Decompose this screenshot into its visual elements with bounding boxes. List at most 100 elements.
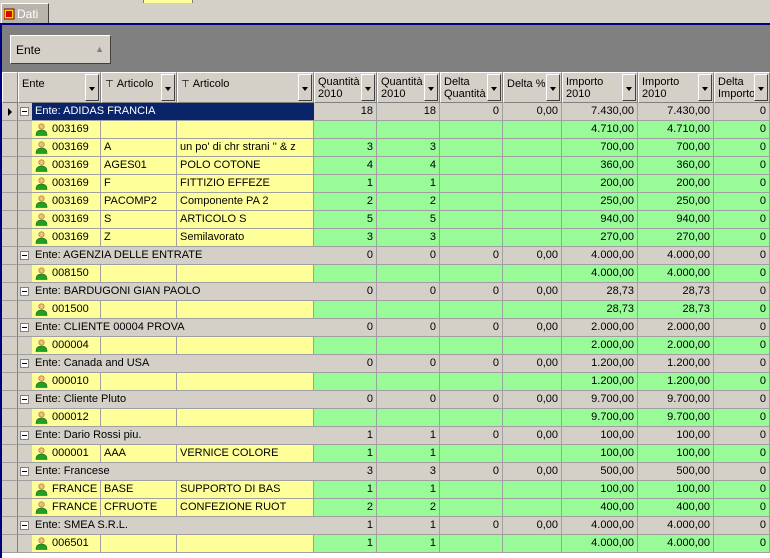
value-cell[interactable]: 1 <box>314 535 377 553</box>
value-cell[interactable] <box>440 139 503 157</box>
value-cell[interactable]: 5 <box>377 211 440 229</box>
collapse-icon[interactable] <box>20 251 29 260</box>
value-cell[interactable] <box>377 373 440 391</box>
row-indicator[interactable] <box>2 463 18 481</box>
ente-cell[interactable]: FRANCE <box>32 499 101 517</box>
header-quantita-2010-b[interactable]: Quantità 2010 <box>377 72 440 103</box>
value-cell[interactable]: 270,00 <box>562 229 638 247</box>
articolo-desc-cell[interactable]: Semilavorato <box>177 229 314 247</box>
collapse-icon[interactable] <box>20 521 29 530</box>
value-cell[interactable]: 1 <box>314 481 377 499</box>
value-cell[interactable]: 0 <box>714 445 770 463</box>
ente-cell[interactable]: 000012 <box>32 409 101 427</box>
value-cell[interactable]: 360,00 <box>562 157 638 175</box>
value-cell[interactable]: 100,00 <box>562 481 638 499</box>
value-cell[interactable]: 0 <box>714 175 770 193</box>
value-cell[interactable] <box>503 301 562 319</box>
ente-cell[interactable]: 003169 <box>32 229 101 247</box>
row-indicator[interactable] <box>2 517 18 535</box>
value-cell[interactable] <box>314 409 377 427</box>
value-cell[interactable] <box>503 535 562 553</box>
row-indicator[interactable] <box>2 427 18 445</box>
value-cell[interactable]: 1 <box>377 445 440 463</box>
table-row[interactable]: 003169 AGES01 POLO COTONE 4 4 360,00 360,00 0 <box>2 157 770 175</box>
row-indicator[interactable] <box>2 301 18 319</box>
value-cell[interactable]: 1 <box>377 535 440 553</box>
value-cell[interactable] <box>377 409 440 427</box>
header-delta-quantita[interactable]: Delta Quantità <box>440 72 503 103</box>
value-cell[interactable]: 250,00 <box>638 193 714 211</box>
value-cell[interactable]: 0 <box>714 121 770 139</box>
row-indicator[interactable] <box>2 355 18 373</box>
value-cell[interactable]: 3 <box>314 139 377 157</box>
value-cell[interactable] <box>440 121 503 139</box>
row-indicator[interactable] <box>2 391 18 409</box>
value-cell[interactable] <box>440 301 503 319</box>
value-cell[interactable]: 9.700,00 <box>562 409 638 427</box>
group-row[interactable]: Ente: Dario Rossi piu. 1 1 0 0,00 100,00 100,0… <box>2 427 770 445</box>
value-cell[interactable] <box>440 409 503 427</box>
filter-dropdown-button[interactable] <box>361 74 375 101</box>
filter-dropdown-button[interactable] <box>754 74 768 101</box>
header-delta-pct[interactable]: Delta % <box>503 72 562 103</box>
value-cell[interactable] <box>503 121 562 139</box>
filter-dropdown-button[interactable] <box>161 74 175 101</box>
articolo-desc-cell[interactable] <box>177 337 314 355</box>
group-row[interactable]: Ente: ADIDAS FRANCIA 18 18 0 0,00 7.430,00 7.4… <box>2 103 770 121</box>
value-cell[interactable]: 0 <box>714 139 770 157</box>
filter-dropdown-button[interactable] <box>487 74 501 101</box>
articolo-desc-cell[interactable] <box>177 121 314 139</box>
value-cell[interactable] <box>440 265 503 283</box>
collapse-icon[interactable] <box>20 395 29 404</box>
articolo-desc-cell[interactable] <box>177 265 314 283</box>
row-indicator[interactable] <box>2 373 18 391</box>
group-row[interactable]: Ente: Francese 3 3 0 0,00 500,00 500,00 0 <box>2 463 770 481</box>
filter-dropdown-button[interactable] <box>698 74 712 101</box>
articolo-code-cell[interactable] <box>101 301 177 319</box>
row-indicator[interactable] <box>2 535 18 553</box>
filter-dropdown-button[interactable] <box>546 74 560 101</box>
value-cell[interactable]: 1 <box>314 175 377 193</box>
table-row[interactable]: 001500 28,73 28,73 0 <box>2 301 770 319</box>
table-row[interactable]: 003169 S ARTICOLO S 5 5 940,00 940,00 0 <box>2 211 770 229</box>
articolo-code-cell[interactable] <box>101 535 177 553</box>
collapse-icon[interactable] <box>20 467 29 476</box>
articolo-code-cell[interactable]: BASE <box>101 481 177 499</box>
articolo-desc-cell[interactable]: CONFEZIONE RUOT <box>177 499 314 517</box>
group-row[interactable]: Ente: Canada and USA 0 0 0 0,00 1.200,00 1.200… <box>2 355 770 373</box>
value-cell[interactable] <box>503 229 562 247</box>
filter-dropdown-button[interactable] <box>298 74 312 101</box>
value-cell[interactable]: 0 <box>714 265 770 283</box>
value-cell[interactable] <box>314 373 377 391</box>
articolo-desc-cell[interactable]: FITTIZIO EFFEZE <box>177 175 314 193</box>
row-indicator[interactable] <box>2 247 18 265</box>
value-cell[interactable] <box>503 139 562 157</box>
header-articolo-code[interactable]: ⊤ Articolo <box>101 72 177 103</box>
value-cell[interactable] <box>503 265 562 283</box>
table-row[interactable]: 000010 1.200,00 1.200,00 0 <box>2 373 770 391</box>
group-row[interactable]: Ente: BARDUGONI GIAN PAOLO 0 0 0 0,00 28,73 28… <box>2 283 770 301</box>
value-cell[interactable] <box>440 193 503 211</box>
table-row[interactable]: 000001 AAA VERNICE COLORE 1 1 100,00 100,00 0 <box>2 445 770 463</box>
value-cell[interactable]: 9.700,00 <box>638 409 714 427</box>
row-indicator[interactable] <box>2 445 18 463</box>
header-articolo-desc[interactable]: ⊤ Articolo <box>177 72 314 103</box>
group-row[interactable]: Ente: Cliente Pluto 0 0 0 0,00 9.700,00 9.700,… <box>2 391 770 409</box>
header-ente[interactable]: Ente <box>18 72 101 103</box>
value-cell[interactable] <box>440 229 503 247</box>
value-cell[interactable]: 0 <box>714 499 770 517</box>
value-cell[interactable]: 200,00 <box>562 175 638 193</box>
value-cell[interactable]: 100,00 <box>638 445 714 463</box>
value-cell[interactable] <box>503 157 562 175</box>
row-indicator[interactable] <box>2 409 18 427</box>
value-cell[interactable] <box>314 337 377 355</box>
value-cell[interactable]: 1.200,00 <box>638 373 714 391</box>
row-indicator[interactable] <box>2 211 18 229</box>
ente-cell[interactable]: 000001 <box>32 445 101 463</box>
value-cell[interactable]: 250,00 <box>562 193 638 211</box>
filter-dropdown-button[interactable] <box>424 74 438 101</box>
header-quantita-2010-a[interactable]: Quantità 2010 <box>314 72 377 103</box>
value-cell[interactable]: 4.000,00 <box>562 265 638 283</box>
value-cell[interactable]: 4.710,00 <box>638 121 714 139</box>
value-cell[interactable]: 4 <box>377 157 440 175</box>
